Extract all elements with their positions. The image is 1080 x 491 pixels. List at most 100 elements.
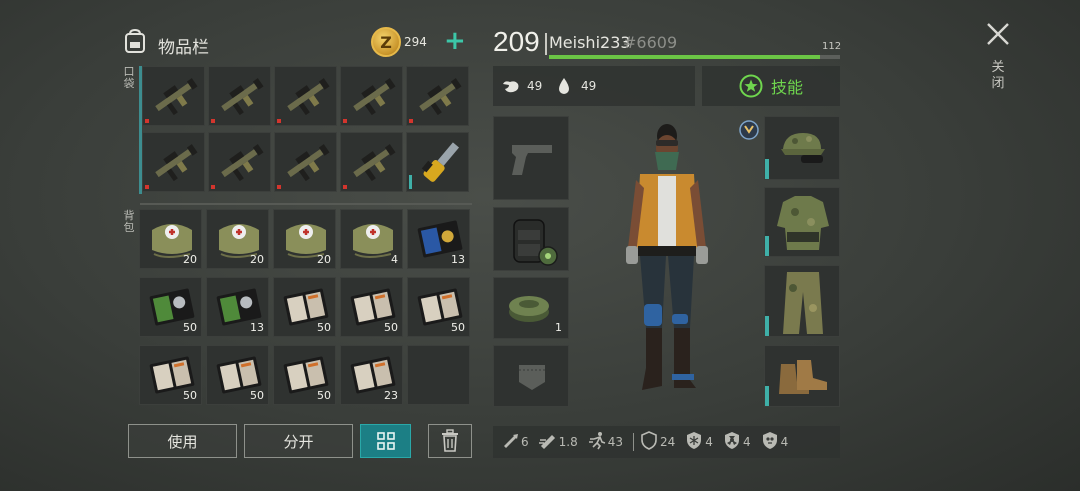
backpack-item-slot[interactable]: 20 [273,209,336,269]
coin-icon: Z [371,27,401,57]
durability-bar [765,236,769,256]
backpack-item-slot[interactable] [407,345,470,405]
combat-stat-value: 4 [742,435,751,449]
pistol-icon [512,145,552,175]
armor-icon [640,431,658,453]
ammo-slot[interactable]: 1 [493,277,569,339]
backpack-item-slot[interactable]: 50 [273,277,336,337]
grid-view-button[interactable] [360,424,411,458]
item-quantity: 20 [250,253,264,266]
melee-damage-icon [501,431,519,453]
xp-max: 112 [822,41,842,52]
player-character [626,124,708,390]
feet-slot[interactable] [764,345,840,407]
item-quantity: 50 [250,389,264,402]
item-quantity: 13 [451,253,465,266]
camo-pants-icon [783,272,823,334]
water-drop-icon [559,78,569,94]
combat-stat-value: 4 [705,435,713,449]
combat-stat-value: 1.8 [558,435,578,449]
backpack-item-slot[interactable]: 50 [273,345,336,405]
camo-jacket-icon [777,196,829,250]
head-slot[interactable] [764,116,840,180]
pocket-equip-slot[interactable] [493,345,569,407]
combat-stats-bar: 6 1.8 43 24 4 4 4 [493,426,840,458]
pocket-item-slot[interactable] [274,66,337,126]
broken-indicator [211,185,215,189]
pocket-label: 口袋 [123,65,135,90]
ammo-count: 1 [555,321,562,334]
item-quantity: 50 [183,321,197,334]
combat-stat: 43 [588,431,623,453]
infection-resist-icon [761,431,779,453]
item-quantity: 50 [384,321,398,334]
item-quantity: 4 [391,253,398,266]
backpack-item-slot[interactable]: 50 [340,277,403,337]
backpack-item-slot[interactable]: 13 [407,209,470,269]
player-tag: #6609 [623,33,678,52]
backpack-item-slot[interactable]: 20 [139,209,202,269]
broken-indicator [145,185,149,189]
combat-stat-value: 6 [521,435,529,449]
food-value: 49 [527,79,543,93]
backpack-item-slot[interactable]: 20 [206,209,269,269]
legs-slot[interactable] [764,265,840,337]
pocket-item-slot[interactable] [340,132,403,192]
tactical-backpack-icon [513,219,558,266]
grid-icon [376,432,395,450]
backpack-item-slot[interactable]: 23 [340,345,403,405]
section-divider [140,203,472,205]
close-icon[interactable] [984,20,1012,48]
item-quantity: 50 [451,321,465,334]
durability-bar [765,386,769,406]
trash-button[interactable] [428,424,472,458]
pocket-item-slot[interactable] [274,132,337,192]
backpack-item-slot[interactable]: 50 [206,345,269,405]
item-quantity: 20 [183,253,197,266]
broken-indicator [343,185,347,189]
pocket-item-slot[interactable] [208,132,271,192]
add-coins-button[interactable]: + [444,27,466,55]
backpack-item-slot[interactable]: 4 [340,209,403,269]
water-value: 49 [581,79,597,93]
combat-stat: 6 [501,431,529,453]
body-slot[interactable] [764,187,840,257]
rank-badge-icon [739,120,759,140]
item-quantity: 50 [183,389,197,402]
split-button[interactable]: 分开 [244,424,353,458]
inventory-title: 物品栏 [158,38,209,58]
stats-separator [633,433,635,451]
combat-stat-value: 4 [780,435,789,449]
pocket-item-slot[interactable] [142,66,205,126]
combat-stat: 4 [685,431,713,453]
skills-label: 技能 [770,78,803,97]
broken-indicator [343,119,347,123]
use-button[interactable]: 使用 [128,424,237,458]
landmine-icon [509,296,549,322]
combat-stat: 1.8 [538,431,578,453]
backpack-slot[interactable] [493,207,569,271]
weapon-slot[interactable] [493,116,569,200]
pocket-item-slot[interactable] [142,132,205,192]
vitals-panel: 49 49 [493,66,695,106]
xp-bar [549,55,840,59]
backpack-item-slot[interactable]: 13 [206,277,269,337]
camo-cap-icon [781,133,825,163]
skills-button[interactable]: 技能 [702,66,840,106]
close-label[interactable]: 关闭 [991,60,1005,92]
combat-stat-value: 24 [660,435,676,449]
broken-indicator [277,185,281,189]
pocket-item-slot[interactable] [406,132,469,192]
pocket-item-slot[interactable] [208,66,271,126]
pocket-item-slot[interactable] [340,66,403,126]
backpack-item-slot[interactable]: 50 [407,277,470,337]
boots-icon [779,360,827,394]
backpack-item-slot[interactable]: 50 [139,277,202,337]
item-quantity: 50 [317,389,331,402]
item-quantity: 50 [317,321,331,334]
combat-stat-value: 43 [607,435,624,449]
radiation-resist-icon [723,431,741,453]
broken-indicator [277,119,281,123]
pocket-item-slot[interactable] [406,66,469,126]
backpack-item-slot[interactable]: 50 [139,345,202,405]
